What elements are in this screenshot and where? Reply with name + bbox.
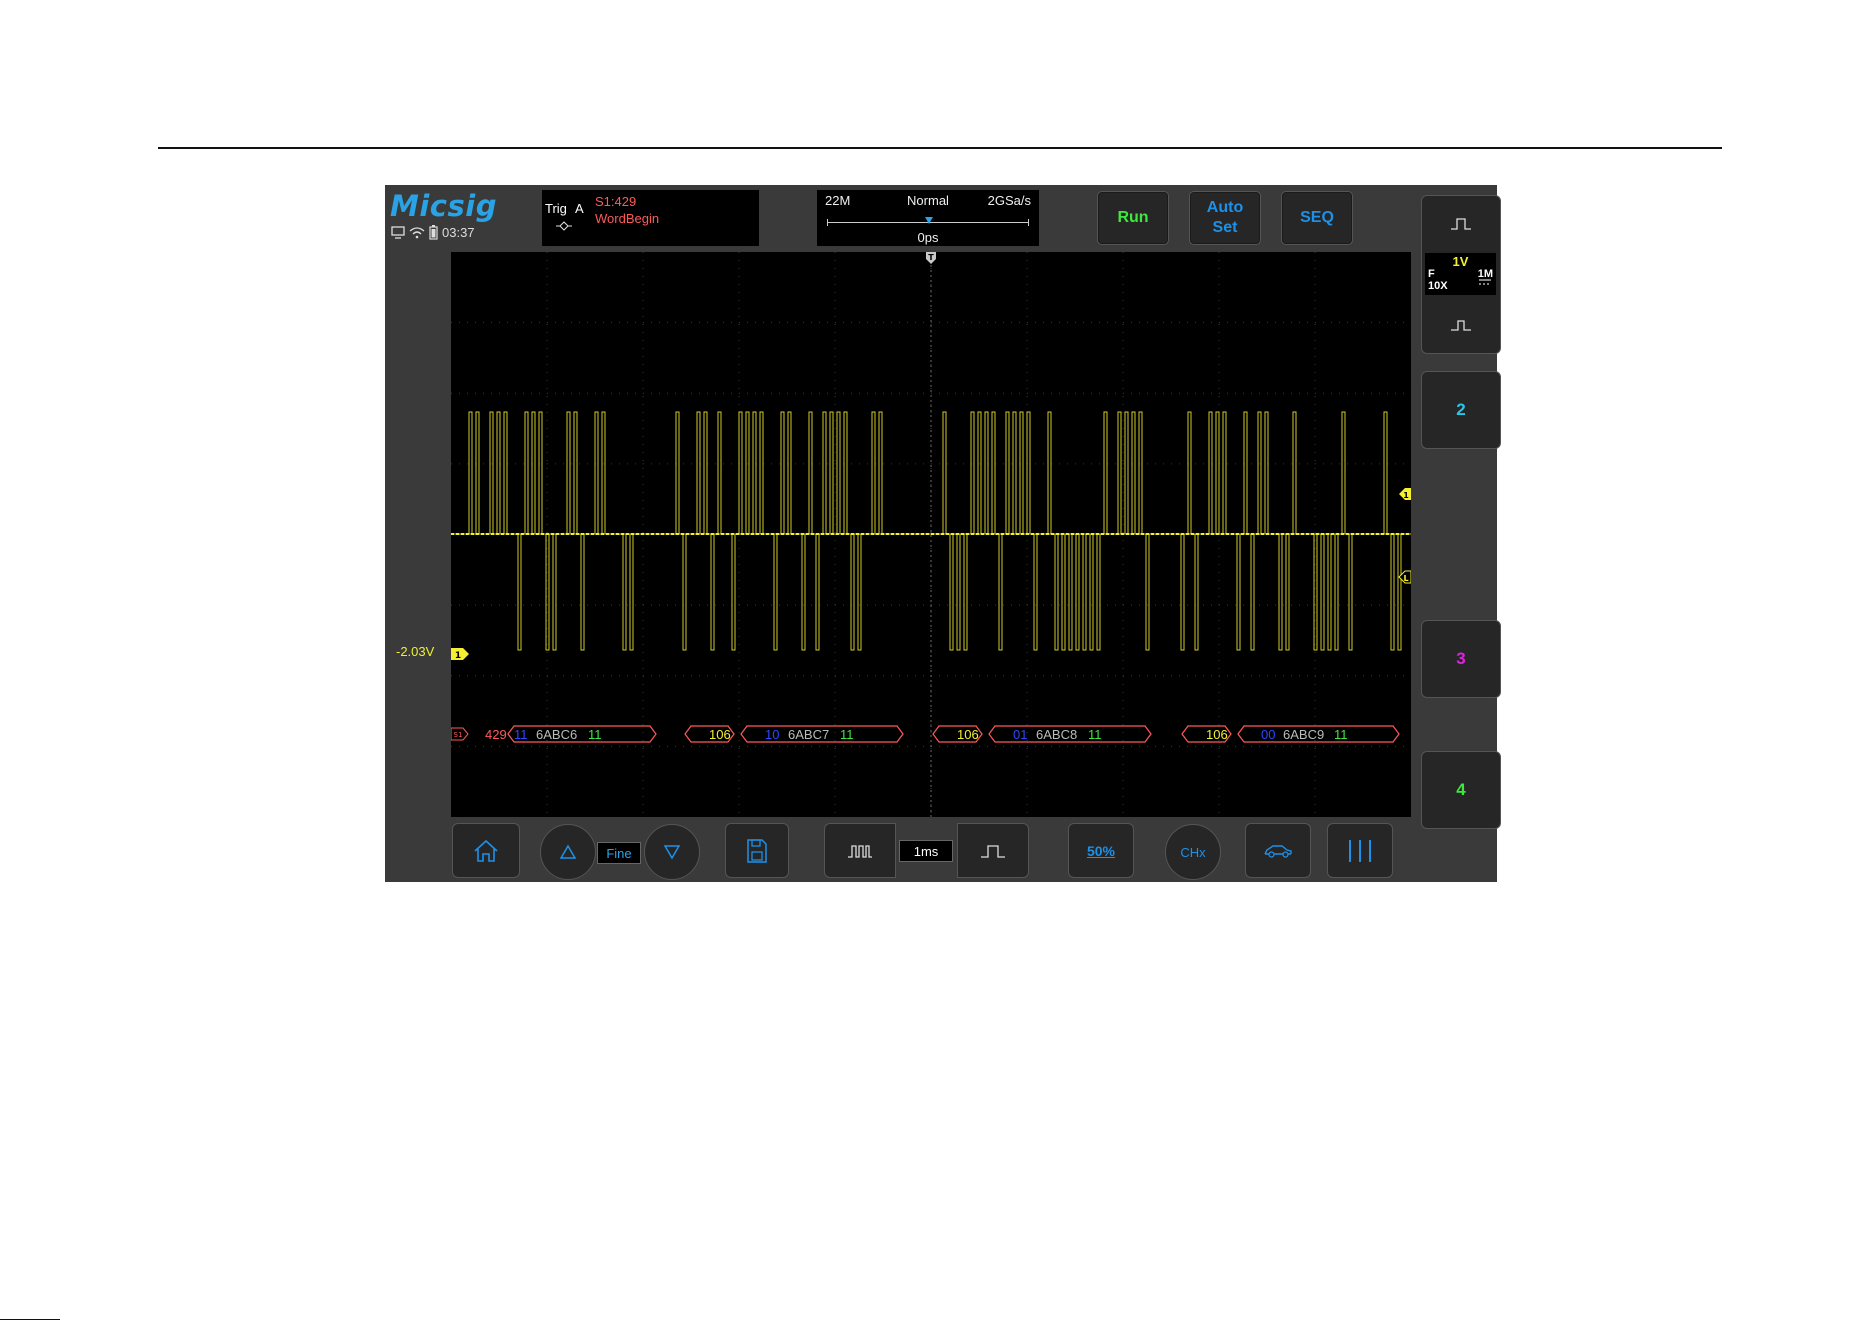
triangle-up-icon bbox=[559, 844, 577, 859]
waveform-display[interactable]: 429 11 6ABC6 11 106 10 6ABC7 11 106 01 6ABC8 11 106 0… bbox=[451, 252, 1411, 817]
bus-decode-value: 6ABC6 bbox=[536, 727, 577, 742]
channel2-label: 2 bbox=[1456, 400, 1466, 419]
bus-decode-value: 11 bbox=[588, 727, 602, 742]
bus-decode-value: 6ABC7 bbox=[788, 727, 829, 742]
auto-set-label-2: Set bbox=[1212, 219, 1238, 236]
channel3-button[interactable]: 3 bbox=[1421, 620, 1501, 698]
dc-coupling-icon bbox=[1479, 279, 1491, 285]
fine-toggle[interactable]: Fine bbox=[597, 842, 641, 864]
fifty-percent-label: 50% bbox=[1086, 842, 1116, 859]
status-bar: 03:37 bbox=[391, 224, 475, 240]
trigger-edge-icon bbox=[556, 221, 572, 231]
channel4-button[interactable]: 4 bbox=[1421, 751, 1501, 829]
battery-icon bbox=[429, 224, 438, 240]
sample-rate: 2GSa/s bbox=[987, 193, 1031, 208]
horizontal-offset: 0ps bbox=[917, 230, 939, 245]
bus-decode-value: 11 bbox=[840, 727, 854, 742]
home-icon bbox=[474, 839, 498, 862]
channel1-marker-label: 1 bbox=[455, 651, 461, 661]
wifi-icon bbox=[409, 226, 425, 238]
channel1-volts-per-div: 1V bbox=[1452, 254, 1469, 269]
timebase-compress-button[interactable] bbox=[957, 823, 1029, 878]
auto-set-label-1: Auto bbox=[1206, 199, 1244, 216]
bus-decode-value: 10 bbox=[765, 727, 779, 742]
menu-bars-icon bbox=[1349, 839, 1371, 862]
bus-decode-value: 11 bbox=[1088, 727, 1102, 742]
fifty-percent-button[interactable]: 50% bbox=[1068, 823, 1134, 878]
car-mode-button[interactable] bbox=[1245, 823, 1311, 878]
trigger-info-panel[interactable]: Trig A S1:429 WordBegin bbox=[542, 190, 759, 246]
bus-marker[interactable]: S1 bbox=[451, 727, 469, 741]
trigger-mode: WordBegin bbox=[595, 211, 660, 226]
page-top-rule bbox=[158, 147, 1722, 149]
bus-decode-value: 106 bbox=[709, 727, 731, 742]
monitor-icon bbox=[391, 225, 405, 239]
bus-marker-label: S1 bbox=[454, 731, 463, 739]
bus-decode-value: 01 bbox=[1013, 727, 1027, 742]
trigger-level-label: 1 bbox=[1403, 491, 1409, 500]
channel1-scale-down[interactable] bbox=[1422, 296, 1500, 354]
bus-decode-value: 429 bbox=[485, 727, 507, 742]
trigger-label: Trig bbox=[545, 201, 567, 216]
channel4-label: 4 bbox=[1456, 780, 1466, 799]
bus-decode-value: 106 bbox=[957, 727, 979, 742]
adjust-up-button[interactable] bbox=[540, 824, 596, 880]
bus-frame bbox=[507, 725, 657, 743]
home-button[interactable] bbox=[452, 823, 520, 878]
run-button[interactable]: Run bbox=[1097, 191, 1169, 245]
waveform-svg: 429 11 6ABC6 11 106 10 6ABC7 11 106 01 6ABC8 11 106 0… bbox=[451, 252, 1411, 817]
trigger-level-marker[interactable]: 1 bbox=[1399, 488, 1411, 500]
channel1-probe-ratio: 10X bbox=[1428, 280, 1448, 292]
clock: 03:37 bbox=[442, 224, 475, 240]
bus-decode-value: 106 bbox=[1206, 727, 1228, 742]
pulse-single-icon bbox=[981, 844, 1005, 858]
pulse-narrow-icon bbox=[1451, 320, 1471, 331]
acquisition-panel[interactable]: 22M Normal 2GSa/s 0ps bbox=[817, 190, 1039, 246]
auto-set-button[interactable]: Auto Set bbox=[1189, 191, 1261, 245]
bus-decode-value: 6ABC8 bbox=[1036, 727, 1077, 742]
trigger-position-label: T bbox=[928, 253, 934, 262]
micsig-logo: Micsig bbox=[390, 189, 497, 223]
save-icon bbox=[747, 838, 767, 863]
bus-decode-value: 6ABC9 bbox=[1283, 727, 1324, 742]
save-button[interactable] bbox=[725, 823, 789, 878]
adjust-down-button[interactable] bbox=[644, 824, 700, 880]
channel1-scale-up[interactable] bbox=[1422, 196, 1500, 252]
timebase-expand-button[interactable] bbox=[824, 823, 896, 878]
page-bottom-rule bbox=[0, 1319, 60, 1320]
low-threshold-label: L bbox=[1403, 574, 1408, 583]
channel-side-panel: 1V F 1M 10X 2 3 4 bbox=[1413, 185, 1501, 882]
bus-decode-value: 11 bbox=[1334, 727, 1348, 742]
bus-decode-value: 11 bbox=[514, 727, 528, 742]
triangle-down-icon bbox=[663, 845, 681, 860]
channel1-panel: 1V F 1M 10X bbox=[1421, 195, 1501, 354]
menu-button[interactable] bbox=[1327, 823, 1393, 878]
trigger-source: A bbox=[575, 201, 584, 216]
channel1-marker[interactable]: 1 bbox=[451, 648, 469, 661]
memory-position-marker bbox=[925, 217, 933, 224]
pulse-wide-icon bbox=[1451, 218, 1471, 230]
channel1-coupling: F bbox=[1428, 268, 1435, 280]
seq-button[interactable]: SEQ bbox=[1281, 191, 1353, 245]
serial-bus-decode: 429 11 6ABC6 11 106 10 6ABC7 11 106 01 6ABC8 11 106 0… bbox=[485, 725, 1400, 743]
channel2-button[interactable]: 2 bbox=[1421, 371, 1501, 449]
channel-offset-voltage: -2.03V bbox=[396, 644, 435, 659]
trigger-value: S1:429 bbox=[595, 194, 637, 209]
bus-decode-value: 00 bbox=[1261, 727, 1275, 742]
car-icon bbox=[1264, 844, 1292, 858]
timebase-value[interactable]: 1ms bbox=[899, 840, 953, 862]
channel1-settings[interactable]: 1V F 1M 10X bbox=[1425, 253, 1496, 295]
channel3-label: 3 bbox=[1456, 649, 1466, 668]
trigger-position-marker[interactable]: T bbox=[926, 252, 936, 264]
pulse-train-icon bbox=[848, 844, 872, 858]
channel-select-button[interactable]: CHx bbox=[1165, 824, 1221, 880]
oscilloscope-screenshot: Micsig 03:37 Trig A S1:429 WordBegin 22M… bbox=[385, 185, 1501, 882]
channel-select-label: CHx bbox=[1180, 844, 1206, 860]
